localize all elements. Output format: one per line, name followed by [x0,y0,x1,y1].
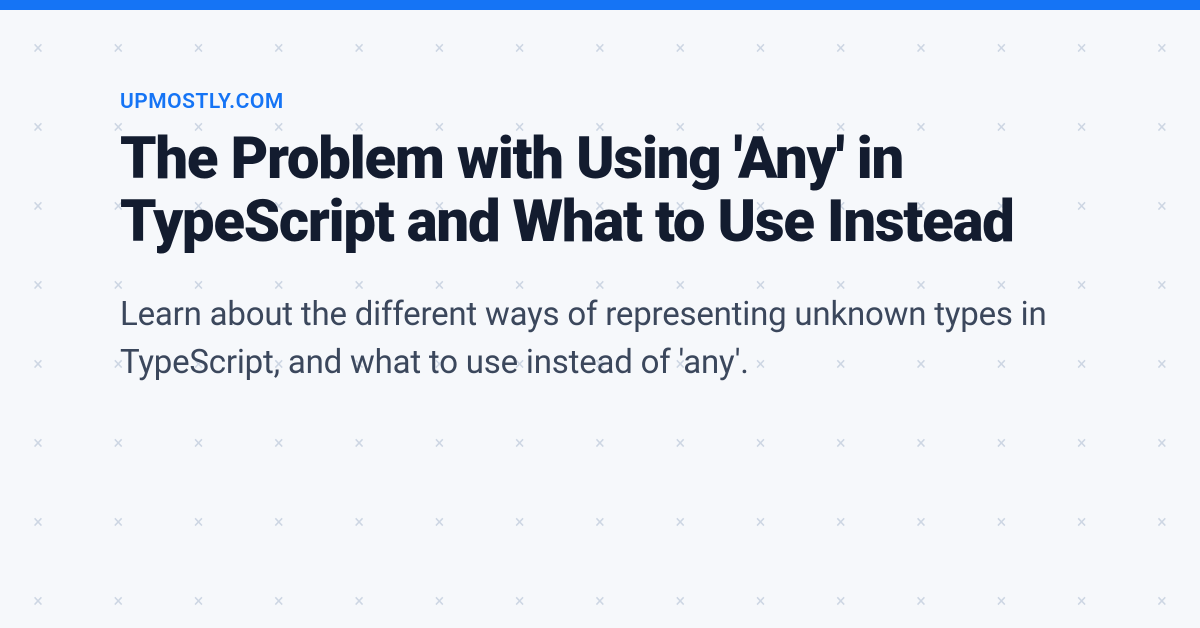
pattern-row: ××××××××××××××× [0,512,1200,533]
content-area: UPMOSTLY.COM The Problem with Using 'Any… [0,0,1200,388]
site-label: UPMOSTLY.COM [120,90,1080,114]
article-title: The Problem with Using 'Any' in TypeScri… [120,128,1080,253]
pattern-row: ××××××××××××××× [0,433,1200,454]
article-description: Learn about the different ways of repres… [120,291,1080,387]
pattern-row: ××××××××××××××× [0,591,1200,612]
